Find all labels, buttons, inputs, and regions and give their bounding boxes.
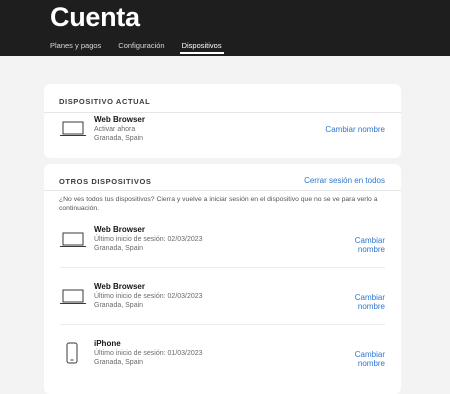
helper-text: ¿No ves todos tus dispositivos? Cierra y… xyxy=(59,196,378,212)
rename-device-button[interactable]: Cambiar nombre xyxy=(355,293,385,311)
rename-label-line1: Cambiar xyxy=(354,293,385,302)
device-name: Web Browser xyxy=(94,225,145,234)
device-last-login: Último inicio de sesión: 02/03/2023 xyxy=(94,236,203,243)
laptop-icon xyxy=(60,121,86,143)
account-tabs: Planes y pagos Configuración Dispositivo… xyxy=(50,40,239,56)
device-last-login: Último inicio de sesión: 01/03/2023 xyxy=(94,350,203,357)
rename-label-line2: nombre xyxy=(357,359,385,368)
account-header: Cuenta Planes y pagos Configuración Disp… xyxy=(0,0,450,56)
laptop-icon xyxy=(60,232,86,254)
section-divider xyxy=(44,190,401,191)
rename-device-button[interactable]: Cambiar nombre xyxy=(355,350,385,368)
current-device-card: DISPOSITIVO ACTUAL Web Browser Activar a… xyxy=(44,84,401,158)
device-location: Granada, Spain xyxy=(94,245,144,252)
rename-label-line2: nombre xyxy=(357,245,385,254)
page-title: Cuenta xyxy=(50,2,140,32)
rename-current-device-button[interactable]: Cambiar nombre xyxy=(325,125,385,134)
current-device-section-title: DISPOSITIVO ACTUAL xyxy=(59,97,151,106)
row-divider xyxy=(60,324,385,325)
device-location: Granada, Spain xyxy=(94,359,144,366)
device-location: Granada, Spain xyxy=(94,302,144,309)
tab-plans-and-payments[interactable]: Planes y pagos xyxy=(50,40,101,56)
phone-icon xyxy=(66,342,78,369)
device-name: Web Browser xyxy=(94,282,145,291)
row-divider xyxy=(60,267,385,268)
device-name: Web Browser xyxy=(94,115,145,124)
device-name: iPhone xyxy=(94,339,121,348)
sign-out-all-button[interactable]: Cerrar sesión en todos xyxy=(304,176,385,185)
rename-device-button[interactable]: Cambiar nombre xyxy=(355,236,385,254)
laptop-icon xyxy=(60,289,86,311)
rename-label-line1: Cambiar xyxy=(354,350,385,359)
tab-settings[interactable]: Configuración xyxy=(118,40,164,56)
device-last-login: Último inicio de sesión: 02/03/2023 xyxy=(94,293,203,300)
section-divider xyxy=(44,112,401,113)
rename-label-line1: Cambiar xyxy=(354,236,385,245)
device-location: Granada, Spain xyxy=(94,135,144,142)
device-status: Activar ahora xyxy=(94,126,136,133)
tab-devices[interactable]: Dispositivos xyxy=(179,40,224,56)
other-devices-card: OTROS DISPOSITIVOS Cerrar sesión en todo… xyxy=(44,164,401,394)
rename-label-line2: nombre xyxy=(357,302,385,311)
other-devices-section-title: OTROS DISPOSITIVOS xyxy=(59,177,152,186)
